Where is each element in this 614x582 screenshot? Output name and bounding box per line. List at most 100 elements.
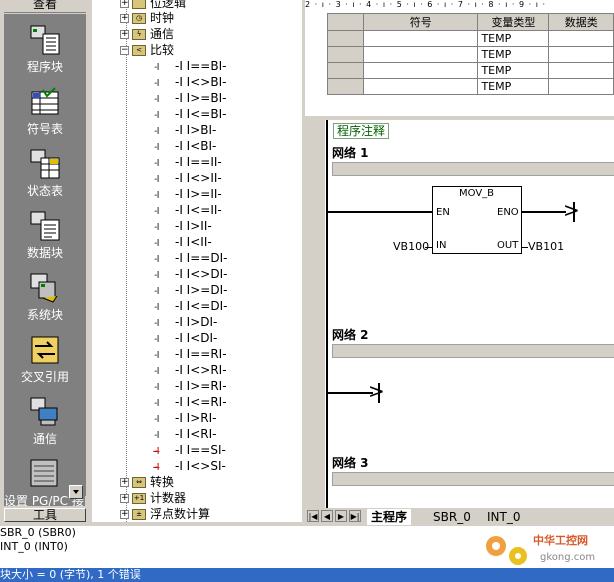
in-operand[interactable]: VB100 — [393, 240, 429, 253]
compare-instruction-item[interactable]: -I -I I<=II- — [154, 202, 222, 218]
nav-item-communication[interactable]: 通信 — [4, 396, 86, 454]
cell-var-type[interactable]: TEMP — [477, 30, 550, 47]
compare-instruction-item[interactable]: -I -I I>II- — [154, 218, 212, 234]
convert-folder-icon: ⇔ — [132, 477, 146, 488]
nav-item-status-chart[interactable]: 状态表 — [4, 148, 86, 206]
nav-item-symbol-table[interactable]: 符号表 — [4, 86, 86, 144]
tree-folder-convert[interactable]: + ⇔ 转换 — [120, 474, 174, 490]
expand-icon[interactable]: + — [120, 14, 129, 23]
navigation-items: 程序块 符号表 状态表 数据块 系统块 交叉引用 通信 设置 PG/PC — [4, 14, 86, 506]
network-3-title[interactable]: 网络 3 — [332, 454, 369, 471]
compare-instruction-label: -I I>RI- — [175, 411, 217, 425]
compare-instruction-item[interactable]: -I -I I>RI- — [154, 410, 216, 426]
column-header-var-type[interactable]: 变量类型 — [477, 13, 550, 31]
eno-pin: ENO — [497, 207, 519, 218]
nav-item-data-block[interactable]: 数据块 — [4, 210, 86, 268]
tab-sbr0[interactable]: SBR_0 — [429, 509, 475, 525]
column-header-data-type[interactable]: 数据类 — [548, 13, 614, 31]
cell-symbol[interactable] — [363, 62, 479, 79]
table-row[interactable]: TEMP — [326, 62, 614, 79]
compare-instruction-item[interactable]: -I -I I<RI- — [154, 426, 216, 442]
compare-instruction-item[interactable]: -I -I I<>BI- — [154, 74, 226, 90]
compare-instruction-item[interactable]: -I -I I<II- — [154, 234, 212, 250]
tree-folder-communication[interactable]: + ϟ 通信 — [120, 26, 174, 42]
compare-instruction-item[interactable]: -I -I I>=BI- — [154, 90, 226, 106]
compare-instruction-item[interactable]: -I -I I<BI- — [154, 138, 216, 154]
table-row[interactable]: TEMP — [326, 78, 614, 95]
network-1-title[interactable]: 网络 1 — [332, 144, 369, 161]
compare-instruction-item[interactable]: -I -I I<>II- — [154, 170, 222, 186]
table-row[interactable]: TEMP — [326, 46, 614, 63]
compare-instruction-item[interactable]: -I -I I<=BI- — [154, 106, 226, 122]
cell-symbol[interactable] — [363, 30, 479, 47]
tree-folder-float-math[interactable]: + ± 浮点数计算 — [120, 506, 210, 522]
cell-data-type[interactable] — [548, 62, 614, 79]
compare-instruction-item[interactable]: -I̶ -I I==SI- — [154, 442, 226, 458]
row-header[interactable] — [326, 30, 365, 47]
output-line[interactable]: INT_0 (INT0) — [0, 540, 68, 554]
compare-instruction-item[interactable]: -I -I I>DI- — [154, 314, 217, 330]
compare-folder-icon: < — [132, 45, 146, 56]
compare-instruction-item[interactable]: -I -I I>=DI- — [154, 282, 227, 298]
ladder-editor[interactable]: 程序注释 网络 1 MOV_B EN ENO IN OUT > VB100 VB… — [305, 120, 614, 508]
nav-item-system-block[interactable]: 系统块 — [4, 272, 86, 330]
row-header[interactable] — [326, 62, 365, 79]
table-header-row: 符号 变量类型 数据类 — [326, 13, 614, 31]
compare-instruction-item[interactable]: -I -I I>BI- — [154, 122, 216, 138]
in-wire — [425, 247, 432, 248]
tree-folder-clock[interactable]: + ◷ 时钟 — [120, 10, 174, 26]
nav-item-program-block[interactable]: 程序块 — [4, 24, 86, 82]
expand-icon[interactable]: + — [120, 494, 129, 503]
tree-folder-compare[interactable]: − < 比较 — [120, 42, 174, 58]
cell-data-type[interactable] — [548, 78, 614, 95]
compare-instruction-item[interactable]: -I -I I<=DI- — [154, 298, 227, 314]
tab-main[interactable]: 主程序 — [367, 509, 412, 525]
table-row[interactable]: TEMP — [326, 30, 614, 47]
network-2-title[interactable]: 网络 2 — [332, 326, 369, 343]
tab-prev-button[interactable]: ◀ — [321, 510, 333, 522]
network-3-comment[interactable] — [332, 472, 614, 486]
compare-instruction-item[interactable]: -I -I I<DI- — [154, 330, 217, 346]
nav-scroll-down-button[interactable] — [69, 485, 83, 499]
compare-instruction-item[interactable]: -I̶ -I I<>SI- — [154, 458, 226, 474]
tab-last-button[interactable]: ▶| — [349, 510, 361, 522]
cell-var-type[interactable]: TEMP — [477, 78, 550, 95]
expand-icon[interactable]: + — [120, 30, 129, 39]
cell-data-type[interactable] — [548, 46, 614, 63]
compare-instruction-item[interactable]: -I -I I==DI- — [154, 250, 227, 266]
program-comment[interactable]: 程序注释 — [333, 123, 390, 139]
cell-var-type[interactable]: TEMP — [477, 46, 550, 63]
mov-b-box[interactable]: MOV_B EN ENO IN OUT — [432, 186, 522, 254]
compare-instruction-item[interactable]: -I -I I==II- — [154, 154, 222, 170]
compare-instruction-item[interactable]: -I -I I<>RI- — [154, 362, 227, 378]
expand-icon[interactable]: + — [120, 0, 129, 8]
row-header[interactable] — [326, 78, 365, 95]
network-2-comment[interactable] — [332, 344, 614, 358]
cell-data-type[interactable] — [548, 30, 614, 47]
tools-header[interactable]: 工具 — [4, 508, 86, 522]
network-1-comment[interactable] — [332, 162, 614, 176]
compare-instruction-item[interactable]: -I -I I==BI- — [154, 58, 226, 74]
row-header[interactable] — [326, 46, 365, 63]
cell-symbol[interactable] — [363, 46, 479, 63]
tab-int0[interactable]: INT_0 — [483, 509, 524, 525]
expand-icon[interactable]: + — [120, 478, 129, 487]
compare-instruction-item[interactable]: -I -I I==RI- — [154, 346, 227, 362]
tree-folder-counter[interactable]: + +1 计数器 — [120, 490, 186, 506]
nav-item-cross-reference[interactable]: 交叉引用 — [4, 334, 86, 392]
column-header-symbol[interactable]: 符号 — [363, 13, 479, 31]
output-line[interactable]: SBR_0 (SBR0) — [0, 526, 76, 540]
expand-icon[interactable]: + — [120, 510, 129, 519]
compare-instruction-item[interactable]: -I -I I<>DI- — [154, 266, 227, 282]
compare-instruction-item[interactable]: -I -I I>=II- — [154, 186, 222, 202]
nav-item-label: 符号表 — [26, 122, 63, 136]
compare-instruction-item[interactable]: -I -I I>=RI- — [154, 378, 227, 394]
compare-instruction-item[interactable]: -I -I I<=RI- — [154, 394, 227, 410]
tab-first-button[interactable]: |◀ — [307, 510, 319, 522]
cell-var-type[interactable]: TEMP — [477, 62, 550, 79]
out-operand[interactable]: VB101 — [528, 240, 564, 253]
view-header[interactable]: 查看 — [4, 0, 86, 13]
collapse-icon[interactable]: − — [120, 46, 129, 55]
cell-symbol[interactable] — [363, 78, 479, 95]
tab-next-button[interactable]: ▶ — [335, 510, 347, 522]
